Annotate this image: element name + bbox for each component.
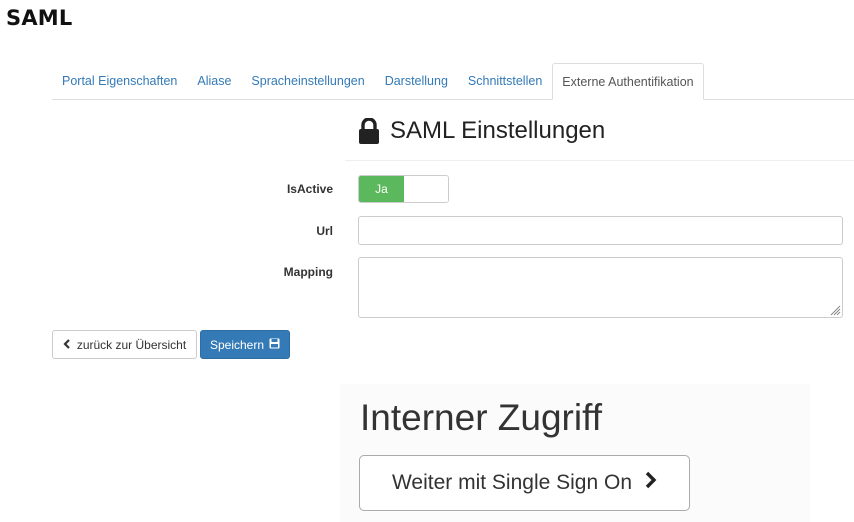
- mapping-textarea[interactable]: [358, 257, 843, 318]
- is-active-toggle[interactable]: Ja: [358, 175, 449, 203]
- panel-title: SAML Einstellungen: [358, 117, 605, 145]
- tab-spracheinstellungen[interactable]: Spracheinstellungen: [241, 63, 374, 99]
- save-button-label: Speichern: [209, 337, 265, 352]
- toggle-handle: [404, 176, 448, 202]
- resize-grip-icon[interactable]: [829, 303, 841, 316]
- sso-button-label: Weiter mit Single Sign On: [391, 471, 633, 494]
- page-title: SAML: [6, 6, 73, 30]
- chevron-left-icon: [63, 338, 71, 352]
- save-button[interactable]: Speichern: [200, 330, 290, 359]
- toggle-on-label: Ja: [359, 176, 404, 202]
- panel-title-text: SAML Einstellungen: [390, 117, 606, 144]
- sso-heading: Interner Zugriff: [360, 397, 602, 438]
- lock-icon: [358, 117, 380, 144]
- url-label: Url: [316, 224, 333, 238]
- chevron-right-icon: [644, 471, 657, 495]
- url-input[interactable]: [358, 216, 843, 245]
- tab-bar: Portal Eigenschaften Aliase Spracheinste…: [52, 63, 854, 100]
- tab-aliase[interactable]: Aliase: [187, 63, 241, 99]
- floppy-disk-icon: [269, 338, 280, 352]
- single-sign-on-button[interactable]: Weiter mit Single Sign On: [359, 455, 690, 511]
- tab-darstellung[interactable]: Darstellung: [375, 63, 458, 99]
- tab-externe-authentifikation[interactable]: Externe Authentifikation: [552, 63, 704, 100]
- tab-portal-eigenschaften[interactable]: Portal Eigenschaften: [52, 63, 187, 99]
- title-divider: [345, 160, 854, 161]
- mapping-label: Mapping: [283, 265, 333, 279]
- back-button-label: zurück zur Übersicht: [76, 337, 187, 352]
- back-to-overview-button[interactable]: zurück zur Übersicht: [52, 330, 197, 359]
- is-active-label: IsActive: [286, 182, 333, 196]
- tab-schnittstellen[interactable]: Schnittstellen: [458, 63, 552, 99]
